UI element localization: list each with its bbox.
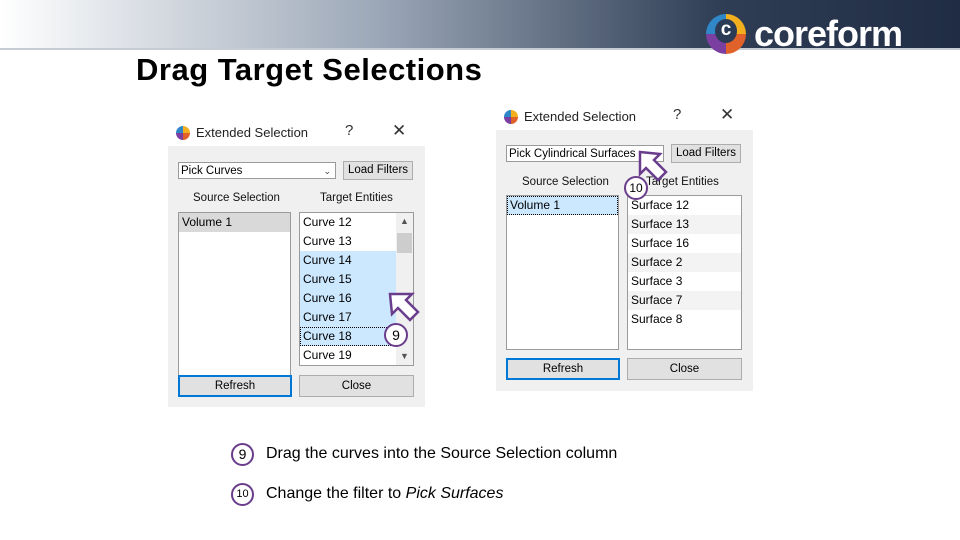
step-text-italic: Pick Surfaces [405,485,504,502]
list-item[interactable]: Surface 2 [628,253,741,272]
brand-name: coreform [754,13,903,54]
step-text: Change the filter to Pick Surfaces [266,484,626,504]
dialog-title-bar: Extended Selection ? ✕ [168,118,425,146]
target-entities-label: Target Entities [320,192,393,204]
close-button[interactable]: Close [627,358,742,380]
extended-selection-dialog-2: Extended Selection ? ✕ Pick Cylindrical … [496,102,753,391]
filter-dropdown-value: Pick Cylindrical Surfaces [509,148,636,160]
dialog-title: Extended Selection [524,109,637,124]
refresh-button[interactable]: Refresh [178,375,292,397]
source-selection-label: Source Selection [193,192,280,204]
callout-badge: 9 [384,323,408,347]
source-selection-label: Source Selection [522,176,609,188]
callout-badge: 10 [624,176,648,200]
dialog-title-bar: Extended Selection ? ✕ [496,102,753,130]
app-icon [176,126,190,140]
list-item[interactable]: Volume 1 [179,213,290,232]
step-number: 9 [231,443,254,466]
list-item[interactable]: Surface 13 [628,215,741,234]
load-filters-button[interactable]: Load Filters [343,161,413,180]
close-icon[interactable]: ✕ [392,121,406,141]
step-text: Drag the curves into the Source Selectio… [266,445,618,462]
load-filters-button[interactable]: Load Filters [671,144,741,163]
list-item[interactable]: Volume 1 [507,196,618,215]
coreform-logo-icon [706,14,746,54]
refresh-button[interactable]: Refresh [506,358,620,380]
list-item[interactable]: Surface 3 [628,272,741,291]
close-icon[interactable]: ✕ [720,105,734,125]
scroll-thumb[interactable] [397,233,412,253]
brand-logo: coreform [706,10,903,58]
scroll-up-icon[interactable]: ▲ [396,213,413,230]
help-button[interactable]: ? [673,106,681,123]
chevron-down-icon: ⌄ [323,166,331,176]
filter-dropdown-value: Pick Curves [181,165,243,177]
source-selection-list[interactable]: Volume 1 [178,212,291,386]
list-item[interactable]: Surface 8 [628,310,741,329]
dialog-title: Extended Selection [196,125,309,140]
list-item[interactable]: Surface 12 [628,196,741,215]
step-text-prefix: Change the filter to [266,485,406,502]
step-number: 10 [231,483,254,506]
list-item[interactable]: Surface 16 [628,234,741,253]
source-selection-list[interactable]: Volume 1 [506,195,619,350]
close-button[interactable]: Close [299,375,414,397]
target-entities-list[interactable]: Surface 12 Surface 13 Surface 16 Surface… [627,195,742,350]
extended-selection-dialog-1: Extended Selection ? ✕ Pick Curves ⌄ Loa… [168,118,425,407]
scroll-down-icon[interactable]: ▼ [396,348,413,365]
list-item[interactable]: Surface 7 [628,291,741,310]
slide-title: Drag Target Selections [136,52,483,87]
filter-dropdown[interactable]: Pick Curves ⌄ [178,162,336,179]
help-button[interactable]: ? [345,122,353,139]
app-icon [504,110,518,124]
